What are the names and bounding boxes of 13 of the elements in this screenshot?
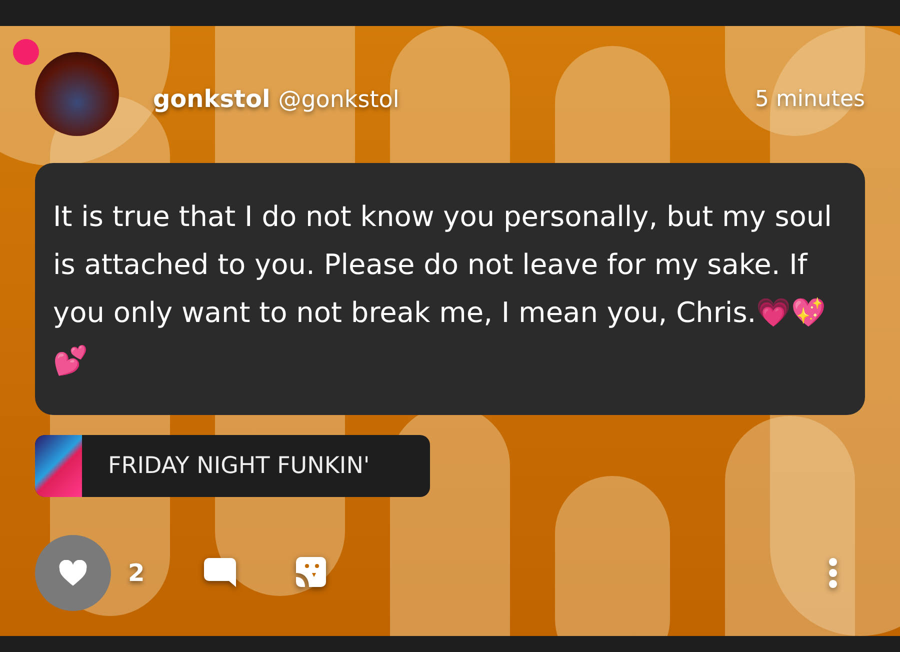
tag-thumbnail — [35, 435, 82, 497]
notification-dot — [13, 39, 39, 65]
tag-chip[interactable]: FRIDAY NIGHT FUNKIN' — [35, 435, 430, 497]
post-text: It is true that I do not know you personally, but my soul is attached to you. Please do not leave for my sake. If you only want to not break me, I mean you, Chris.💗💖💕 — [53, 199, 833, 379]
heart-icon — [58, 560, 88, 586]
post-time: 5 minutes — [754, 86, 865, 112]
author-name[interactable]: gonkstol — [153, 85, 270, 113]
author-handle[interactable]: @gonkstol — [278, 87, 400, 113]
more-icon[interactable] — [828, 557, 838, 589]
like-count: 2 — [128, 559, 145, 587]
tag-label: FRIDAY NIGHT FUNKIN' — [108, 453, 370, 479]
comment-icon[interactable] — [202, 557, 237, 589]
sticker-icon[interactable] — [294, 556, 327, 590]
